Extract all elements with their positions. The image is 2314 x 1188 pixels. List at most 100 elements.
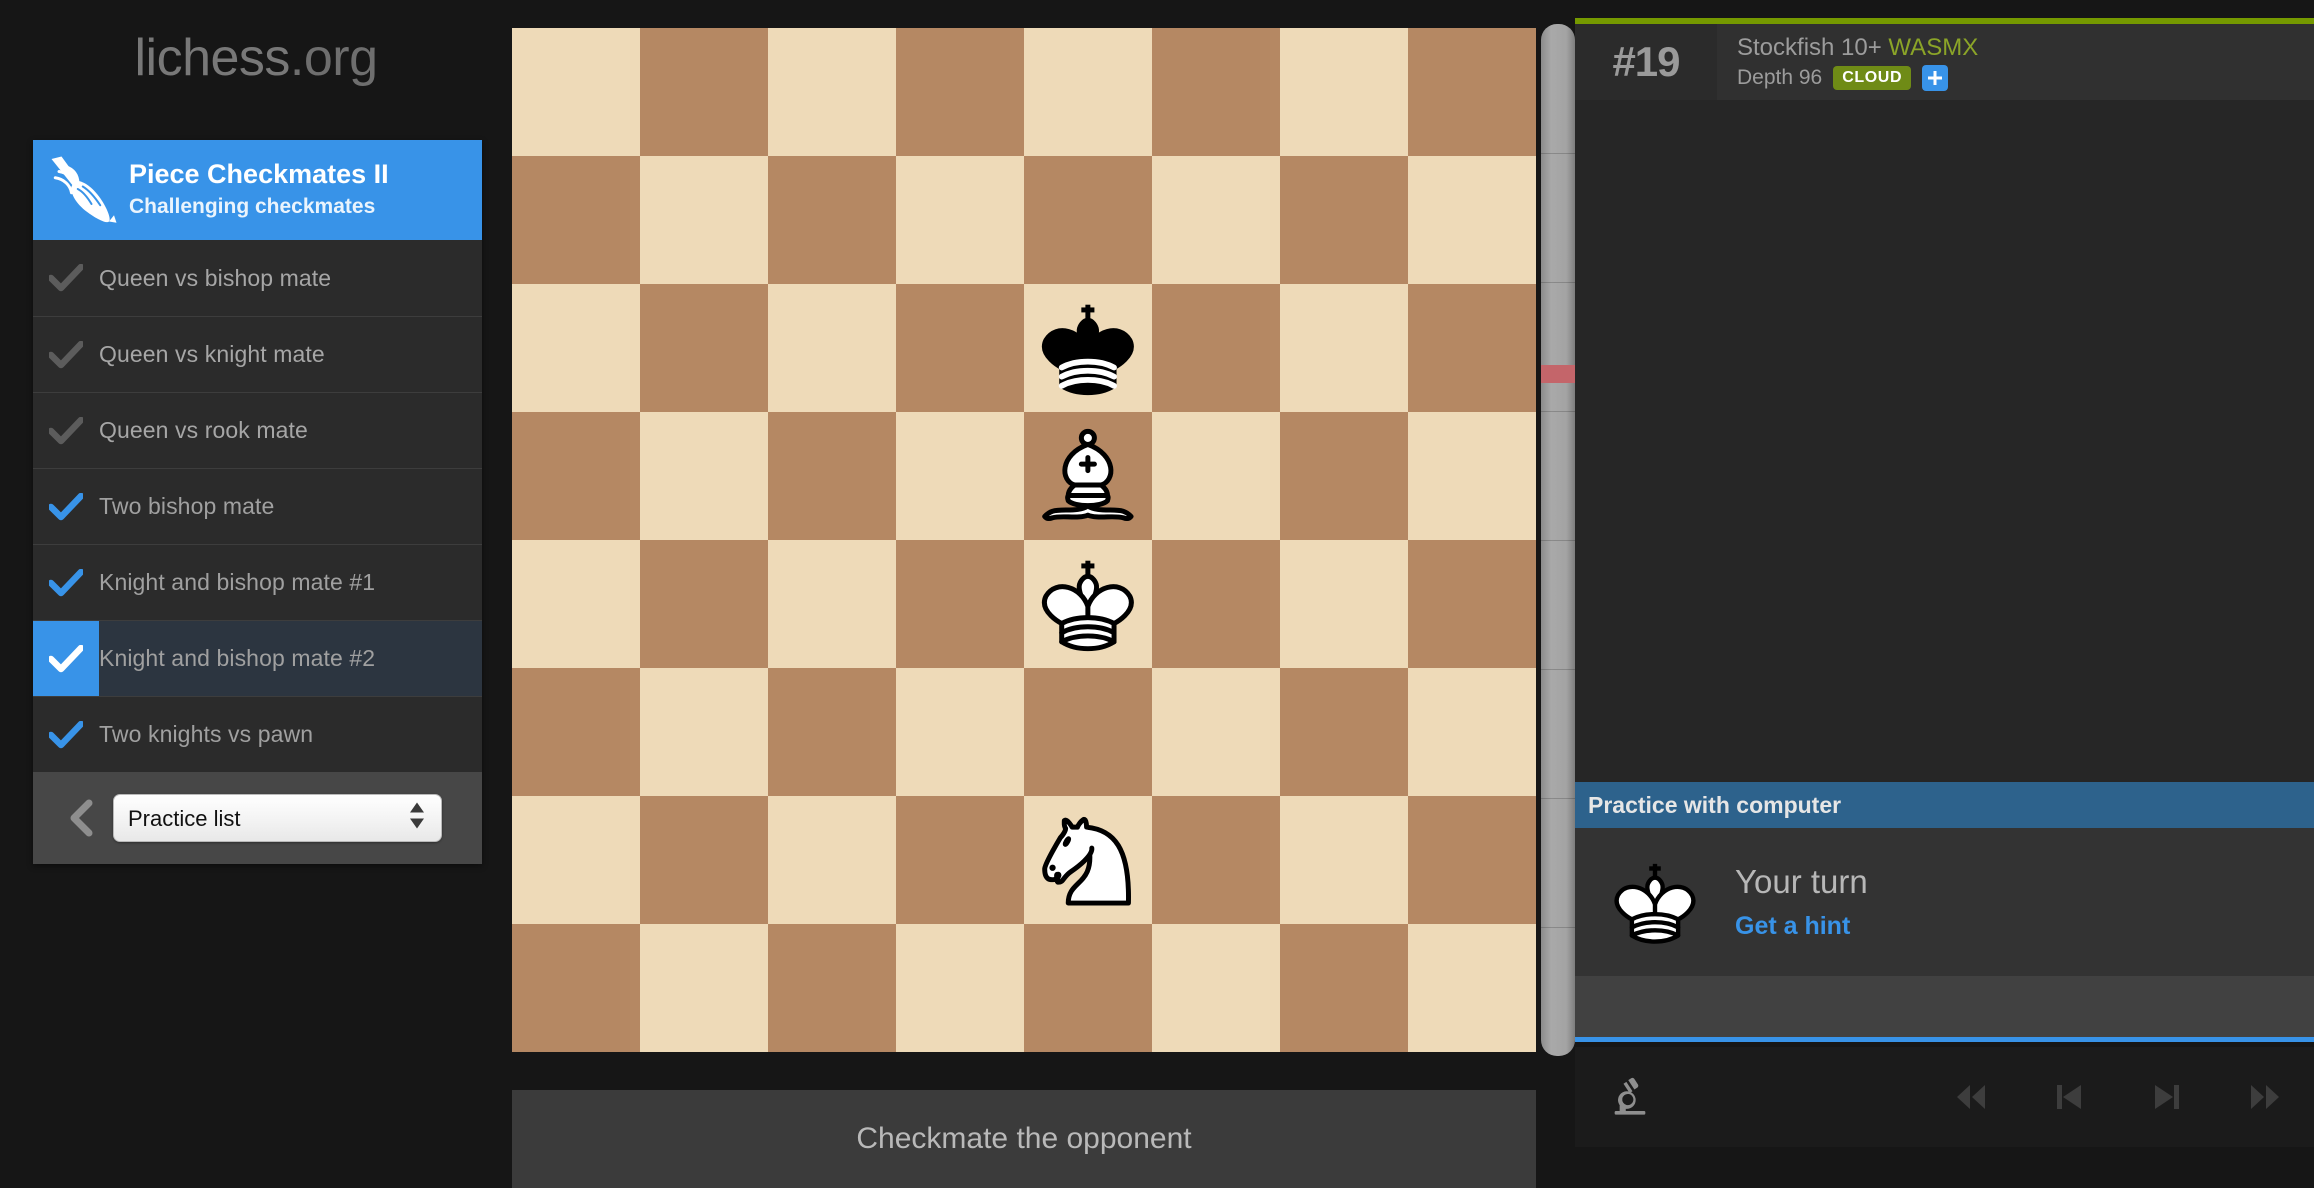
board-square[interactable] xyxy=(1280,156,1408,284)
step-prev-icon[interactable] xyxy=(2020,1061,2118,1133)
board-square[interactable] xyxy=(1024,28,1152,156)
board-square[interactable] xyxy=(640,412,768,540)
board-square[interactable] xyxy=(1408,540,1536,668)
step-next-icon[interactable] xyxy=(2118,1061,2216,1133)
white-bishop-icon[interactable] xyxy=(1029,417,1147,535)
practice-item-label: Queen vs rook mate xyxy=(99,417,308,443)
board-square[interactable] xyxy=(640,28,768,156)
board-square[interactable] xyxy=(640,284,768,412)
plus-icon[interactable] xyxy=(1922,64,1949,91)
board-square[interactable] xyxy=(640,796,768,924)
board-square[interactable] xyxy=(1152,668,1280,796)
board-square-e2[interactable] xyxy=(1024,796,1152,924)
board-square[interactable] xyxy=(1024,924,1152,1052)
chevron-left-icon[interactable] xyxy=(51,798,113,838)
board-square[interactable] xyxy=(1408,924,1536,1052)
board-square[interactable] xyxy=(1408,412,1536,540)
board-square[interactable] xyxy=(768,412,896,540)
cloud-badge: CLOUD xyxy=(1833,65,1912,90)
board-square[interactable] xyxy=(768,796,896,924)
practice-item-queen-vs-rook-mate[interactable]: Queen vs rook mate xyxy=(33,392,482,468)
board-square[interactable] xyxy=(1408,796,1536,924)
check-icon xyxy=(33,469,99,544)
board-square[interactable] xyxy=(1152,796,1280,924)
board-square[interactable] xyxy=(640,924,768,1052)
practice-footer: Practice list xyxy=(33,772,482,864)
practice-list-select[interactable]: Practice list xyxy=(113,794,442,842)
site-logo[interactable]: lichess.org xyxy=(0,28,512,88)
board-square-e4[interactable] xyxy=(1024,540,1152,668)
board-square[interactable] xyxy=(640,540,768,668)
board-square[interactable] xyxy=(512,540,640,668)
board-square[interactable] xyxy=(1152,540,1280,668)
board-square[interactable] xyxy=(1280,284,1408,412)
practice-item-queen-vs-knight-mate[interactable]: Queen vs knight mate xyxy=(33,316,482,392)
jump-first-icon[interactable] xyxy=(1922,1061,2020,1133)
board-square[interactable] xyxy=(640,668,768,796)
board-square[interactable] xyxy=(896,796,1024,924)
board-square[interactable] xyxy=(1024,156,1152,284)
board-square[interactable] xyxy=(768,540,896,668)
board-square[interactable] xyxy=(896,412,1024,540)
get-a-hint-link[interactable]: Get a hint xyxy=(1735,910,1868,944)
turn-indicator: Your turn xyxy=(1735,862,1868,900)
engine-panel: #19 Stockfish 10+ WASMX Depth 96 CLOUD xyxy=(1575,18,2314,790)
board-square[interactable] xyxy=(1408,156,1536,284)
engine-variant: WASMX xyxy=(1888,33,1979,61)
board-square[interactable] xyxy=(512,156,640,284)
board-square[interactable] xyxy=(1280,28,1408,156)
board-square-e6[interactable] xyxy=(1024,284,1152,412)
board-square[interactable] xyxy=(1280,668,1408,796)
board-square[interactable] xyxy=(896,28,1024,156)
microscope-icon[interactable] xyxy=(1575,1074,1685,1120)
board-square[interactable] xyxy=(1408,284,1536,412)
practice-item-queen-vs-bishop-mate[interactable]: Queen vs bishop mate xyxy=(33,240,482,316)
board-square[interactable] xyxy=(896,156,1024,284)
practice-status: Your turn Get a hint xyxy=(1575,828,2314,976)
board-square[interactable] xyxy=(768,284,896,412)
board-square[interactable] xyxy=(512,28,640,156)
board-square[interactable] xyxy=(512,668,640,796)
board-square[interactable] xyxy=(1152,28,1280,156)
board-square[interactable] xyxy=(1152,924,1280,1052)
board-square[interactable] xyxy=(896,924,1024,1052)
board-square[interactable] xyxy=(768,28,896,156)
board-square-e5[interactable] xyxy=(1024,412,1152,540)
board-square[interactable] xyxy=(1024,668,1152,796)
board-square[interactable] xyxy=(1152,284,1280,412)
board-square[interactable] xyxy=(768,668,896,796)
engine-depth: Depth 96 xyxy=(1737,65,1823,89)
board-square[interactable] xyxy=(768,156,896,284)
board-square[interactable] xyxy=(1280,924,1408,1052)
board-square[interactable] xyxy=(512,284,640,412)
board-square[interactable] xyxy=(1408,28,1536,156)
board-square[interactable] xyxy=(512,924,640,1052)
board-square[interactable] xyxy=(1280,540,1408,668)
board-square[interactable] xyxy=(512,796,640,924)
white-knight-icon[interactable] xyxy=(1029,801,1147,919)
board-square[interactable] xyxy=(768,924,896,1052)
board-square[interactable] xyxy=(1280,412,1408,540)
board-square[interactable] xyxy=(896,668,1024,796)
board-square[interactable] xyxy=(640,156,768,284)
board-square[interactable] xyxy=(512,412,640,540)
practice-item-label: Knight and bishop mate #2 xyxy=(99,645,376,671)
board-square[interactable] xyxy=(896,284,1024,412)
practice-item-two-bishop-mate[interactable]: Two bishop mate xyxy=(33,468,482,544)
black-king-icon[interactable] xyxy=(1029,289,1147,407)
sidebar: lichess.org Piece Checkmates II Challeng… xyxy=(0,0,512,1188)
evaluation-marker xyxy=(1541,364,1575,383)
chess-board[interactable] xyxy=(512,28,1536,1052)
board-square[interactable] xyxy=(1152,156,1280,284)
check-icon xyxy=(33,697,99,772)
practice-item-label: Two knights vs pawn xyxy=(99,721,314,747)
jump-last-icon[interactable] xyxy=(2216,1061,2314,1133)
board-square[interactable] xyxy=(1408,668,1536,796)
white-king-icon[interactable] xyxy=(1029,545,1147,663)
practice-item-two-knights-vs-pawn[interactable]: Two knights vs pawn xyxy=(33,696,482,772)
practice-item-knight-and-bishop-mate-1[interactable]: Knight and bishop mate #1 xyxy=(33,544,482,620)
board-square[interactable] xyxy=(1152,412,1280,540)
board-square[interactable] xyxy=(1280,796,1408,924)
practice-item-knight-and-bishop-mate-2[interactable]: Knight and bishop mate #2 xyxy=(33,620,482,696)
board-square[interactable] xyxy=(896,540,1024,668)
